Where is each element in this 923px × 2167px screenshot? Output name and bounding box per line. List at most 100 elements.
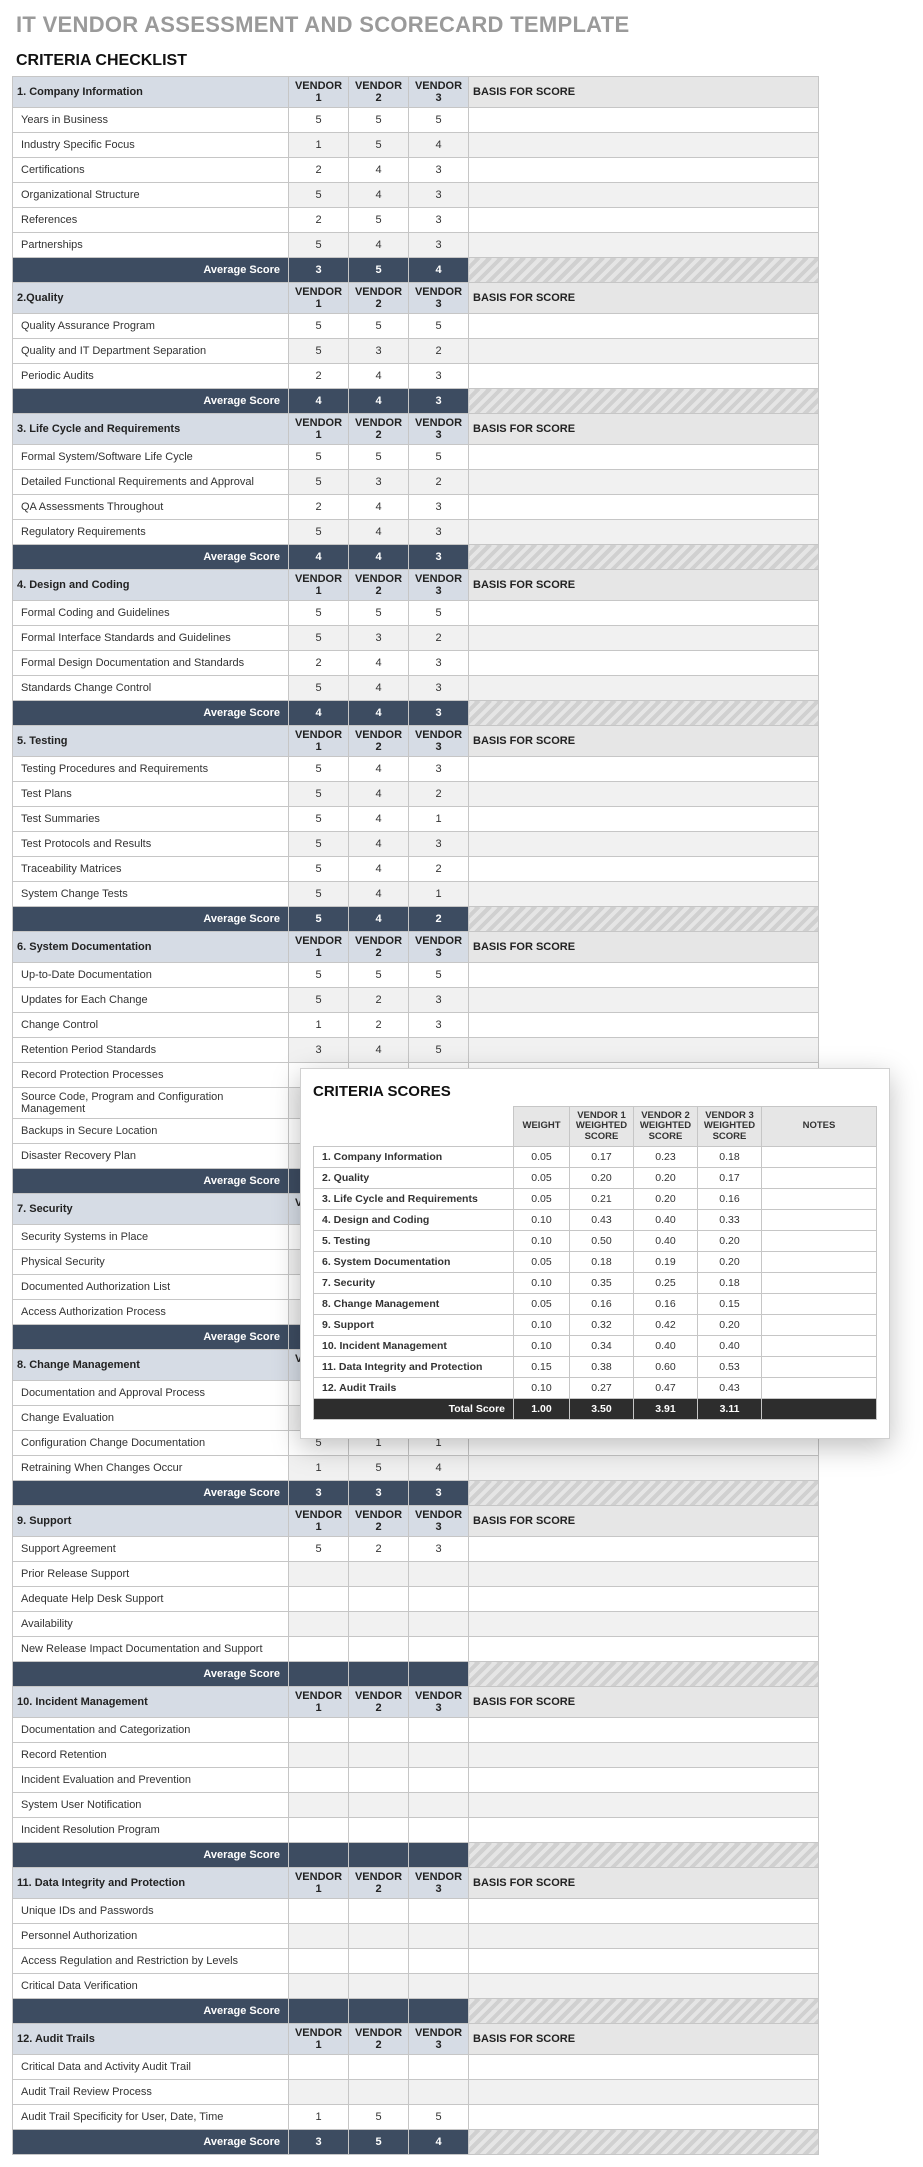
score-cell: 5 (289, 757, 349, 782)
col-header-v3: VENDOR 3 (409, 570, 469, 601)
section-name: 1. Company Information (13, 77, 289, 108)
basis-cell (469, 1793, 819, 1818)
average-score-row: Average Score354 (13, 258, 819, 283)
score-cell: 4 (349, 676, 409, 701)
criteria-row: Formal Coding and Guidelines555 (13, 601, 819, 626)
score-cell: 4 (349, 857, 409, 882)
criteria-row: Retention Period Standards345 (13, 1038, 819, 1063)
criteria-label: Security Systems in Place (13, 1225, 289, 1250)
average-score-label: Average Score (13, 389, 289, 414)
scores-total-row: Total Score1.003.503.913.11 (314, 1399, 877, 1420)
score-cell (349, 2080, 409, 2105)
col-header-v1: VENDOR 1 (289, 283, 349, 314)
col-header-basis: BASIS FOR SCORE (469, 726, 819, 757)
score-cell (289, 1718, 349, 1743)
score-cell (289, 1924, 349, 1949)
score-cell (409, 1818, 469, 1843)
basis-cell (469, 108, 819, 133)
section-header: 3. Life Cycle and RequirementsVENDOR 1VE… (13, 414, 819, 445)
scores-notes-cell (762, 1168, 877, 1189)
average-score-label: Average Score (13, 1325, 289, 1350)
scores-cell: 0.05 (514, 1294, 570, 1315)
score-cell: 2 (409, 626, 469, 651)
scores-cell: 0.05 (514, 1252, 570, 1273)
scores-cell: 0.10 (514, 1210, 570, 1231)
average-score-label: Average Score (13, 1169, 289, 1194)
basis-cell (469, 339, 819, 364)
scores-cell: 0.05 (514, 1168, 570, 1189)
criteria-label: Formal System/Software Life Cycle (13, 445, 289, 470)
basis-cell (469, 1743, 819, 1768)
score-cell: 5 (289, 882, 349, 907)
score-cell: 3 (409, 520, 469, 545)
scores-cell: 0.05 (514, 1147, 570, 1168)
score-cell: 5 (349, 2105, 409, 2130)
average-score-cell: 4 (289, 545, 349, 570)
col-header-v2: VENDOR 2 (349, 1687, 409, 1718)
criteria-row: Availability (13, 1612, 819, 1637)
average-score-cell (409, 1843, 469, 1868)
col-header-v1: VENDOR 1 (289, 1868, 349, 1899)
section-header: 5. TestingVENDOR 1VENDOR 2VENDOR 3BASIS … (13, 726, 819, 757)
score-cell: 4 (349, 651, 409, 676)
score-cell: 3 (409, 1013, 469, 1038)
col-header-v3: VENDOR 3 (409, 77, 469, 108)
scores-col-notes: NOTES (762, 1107, 877, 1147)
average-score-cell (349, 1662, 409, 1687)
basis-cell (469, 520, 819, 545)
col-header-v2: VENDOR 2 (349, 1868, 409, 1899)
average-score-cell: 3 (409, 701, 469, 726)
score-cell: 3 (409, 757, 469, 782)
score-cell: 2 (289, 651, 349, 676)
average-score-cell: 3 (289, 258, 349, 283)
score-cell: 5 (289, 520, 349, 545)
col-header-v1: VENDOR 1 (289, 932, 349, 963)
basis-cell (469, 988, 819, 1013)
average-score-cell: 3 (409, 1481, 469, 1506)
criteria-label: Change Control (13, 1013, 289, 1038)
average-score-label: Average Score (13, 2130, 289, 2155)
criteria-label: Disaster Recovery Plan (13, 1144, 289, 1169)
score-cell: 5 (409, 2105, 469, 2130)
score-cell (409, 1718, 469, 1743)
score-cell (349, 1587, 409, 1612)
page-title: IT VENDOR ASSESSMENT AND SCORECARD TEMPL… (16, 12, 911, 38)
scores-row: 4. Design and Coding0.100.430.400.33 (314, 1210, 877, 1231)
basis-cell (469, 1818, 819, 1843)
score-cell: 3 (289, 1038, 349, 1063)
scores-row: 8. Change Management0.050.160.160.15 (314, 1294, 877, 1315)
section-header: 9. SupportVENDOR 1VENDOR 2VENDOR 3BASIS … (13, 1506, 819, 1537)
score-cell (289, 1949, 349, 1974)
criteria-row: Regulatory Requirements543 (13, 520, 819, 545)
score-cell (289, 2055, 349, 2080)
average-score-row: Average Score (13, 1999, 819, 2024)
scores-row-label: 1. Company Information (314, 1147, 514, 1168)
score-cell: 5 (349, 445, 409, 470)
basis-cell (469, 470, 819, 495)
col-header-v1: VENDOR 1 (289, 726, 349, 757)
criteria-label: Detailed Functional Requirements and App… (13, 470, 289, 495)
scores-cell: 0.10 (514, 1231, 570, 1252)
score-cell (289, 1562, 349, 1587)
col-header-v3: VENDOR 3 (409, 726, 469, 757)
score-cell: 4 (409, 1456, 469, 1481)
basis-cell (469, 757, 819, 782)
scores-notes-cell (762, 1378, 877, 1399)
criteria-label: Periodic Audits (13, 364, 289, 389)
criteria-row: Detailed Functional Requirements and App… (13, 470, 819, 495)
criteria-row: Certifications243 (13, 158, 819, 183)
scores-cell: 0.16 (570, 1294, 634, 1315)
score-cell: 5 (409, 445, 469, 470)
score-cell (289, 1587, 349, 1612)
criteria-label: Audit Trail Specificity for User, Date, … (13, 2105, 289, 2130)
section-name: 12. Audit Trails (13, 2024, 289, 2055)
score-cell: 5 (349, 133, 409, 158)
score-cell: 5 (349, 963, 409, 988)
score-cell: 1 (289, 133, 349, 158)
scores-cell: 0.16 (698, 1189, 762, 1210)
scores-cell: 0.21 (570, 1189, 634, 1210)
col-header-v1: VENDOR 1 (289, 1506, 349, 1537)
col-header-basis: BASIS FOR SCORE (469, 77, 819, 108)
criteria-label: Formal Coding and Guidelines (13, 601, 289, 626)
criteria-row: Support Agreement523 (13, 1537, 819, 1562)
